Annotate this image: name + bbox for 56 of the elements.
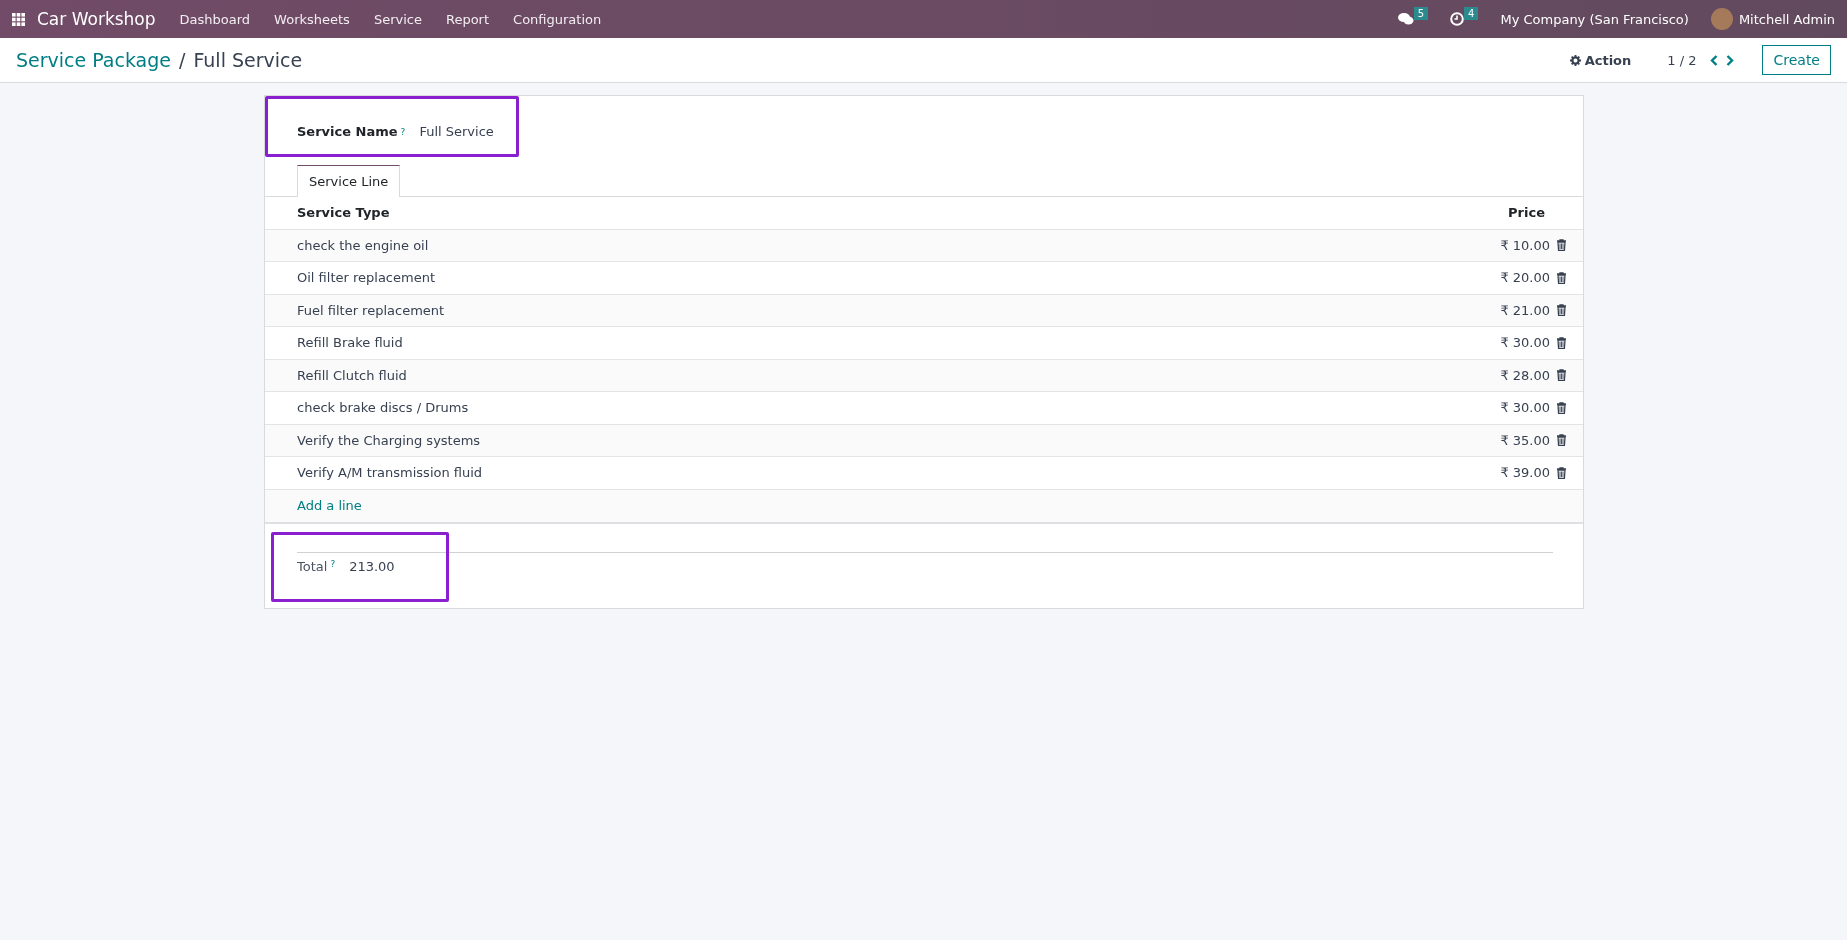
breadcrumb-current: Full Service bbox=[193, 49, 303, 71]
table-cell: Oil filter replacement bbox=[297, 270, 435, 286]
chat-bubbles-icon[interactable] bbox=[1397, 12, 1414, 26]
table-cell: ₹ 30.00 bbox=[1500, 335, 1550, 351]
table-cell: ₹ 35.00 bbox=[1500, 432, 1550, 448]
clock-icon[interactable] bbox=[1450, 12, 1465, 26]
activity-count-badge: 4 bbox=[1464, 6, 1479, 20]
menu-item[interactable]: Service bbox=[373, 11, 422, 27]
action-button[interactable]: Action bbox=[1563, 51, 1638, 69]
table-cell: ₹ 30.00 bbox=[1500, 400, 1550, 416]
breadcrumb-separator: / bbox=[179, 49, 186, 71]
help-tooltip-mark[interactable]: ? bbox=[400, 126, 406, 137]
trash-icon[interactable] bbox=[1556, 271, 1567, 284]
menu-item[interactable]: Worksheets bbox=[274, 11, 350, 27]
table-cell: Refill Clutch fluid bbox=[297, 367, 407, 383]
notebook-tab[interactable]: Service Line bbox=[297, 165, 401, 197]
user-name[interactable]: Mitchell Admin bbox=[1738, 11, 1835, 27]
company-switcher[interactable]: My Company (San Francisco) bbox=[1500, 11, 1689, 27]
table-cell: ₹ 28.00 bbox=[1500, 367, 1550, 383]
trash-icon[interactable] bbox=[1556, 434, 1567, 447]
app-name[interactable]: Car Workshop bbox=[37, 9, 156, 29]
field-label: Service Name bbox=[297, 124, 398, 139]
trash-icon[interactable] bbox=[1556, 401, 1567, 414]
help-tooltip-mark[interactable]: ? bbox=[330, 558, 336, 569]
service-name-field[interactable]: Full Service bbox=[419, 124, 494, 139]
field-label: Total bbox=[297, 558, 328, 574]
table-cell: Refill Brake fluid bbox=[297, 335, 403, 351]
column-header[interactable]: Price bbox=[1508, 205, 1545, 221]
column-header[interactable]: Service Type bbox=[297, 205, 390, 221]
table-cell: ₹ 20.00 bbox=[1500, 270, 1550, 286]
table-cell: check brake discs / Drums bbox=[297, 400, 469, 416]
apps-grid-icon[interactable] bbox=[12, 12, 25, 26]
chevron-left-icon bbox=[1710, 54, 1719, 66]
create-button[interactable]: Create bbox=[1762, 45, 1831, 75]
trash-icon[interactable] bbox=[1556, 304, 1567, 317]
table-cell: ₹ 21.00 bbox=[1500, 302, 1550, 318]
menu-item[interactable]: Configuration bbox=[513, 11, 602, 27]
table-cell: Verify the Charging systems bbox=[297, 432, 481, 448]
breadcrumb-link[interactable]: Service Package bbox=[16, 49, 171, 71]
trash-icon[interactable] bbox=[1556, 239, 1567, 252]
add-line-link[interactable]: Add a line bbox=[297, 498, 362, 513]
chevron-right-icon bbox=[1726, 54, 1735, 66]
trash-icon[interactable] bbox=[1556, 336, 1567, 349]
gear-icon bbox=[1569, 54, 1581, 66]
trash-icon[interactable] bbox=[1556, 466, 1567, 479]
menu-item[interactable]: Dashboard bbox=[179, 11, 251, 27]
table-cell: Verify A/M transmission fluid bbox=[297, 465, 483, 481]
trash-icon[interactable] bbox=[1556, 369, 1567, 382]
table-cell: Fuel filter replacement bbox=[297, 302, 445, 318]
pager-value: 1 / 2 bbox=[1667, 52, 1697, 68]
message-count-badge: 5 bbox=[1413, 6, 1429, 20]
table-cell: check the engine oil bbox=[297, 237, 429, 253]
menu-item[interactable]: Report bbox=[445, 11, 490, 27]
total-value: 213.00 bbox=[349, 558, 395, 574]
table-cell: ₹ 39.00 bbox=[1500, 465, 1550, 481]
table-cell: ₹ 10.00 bbox=[1500, 237, 1550, 253]
